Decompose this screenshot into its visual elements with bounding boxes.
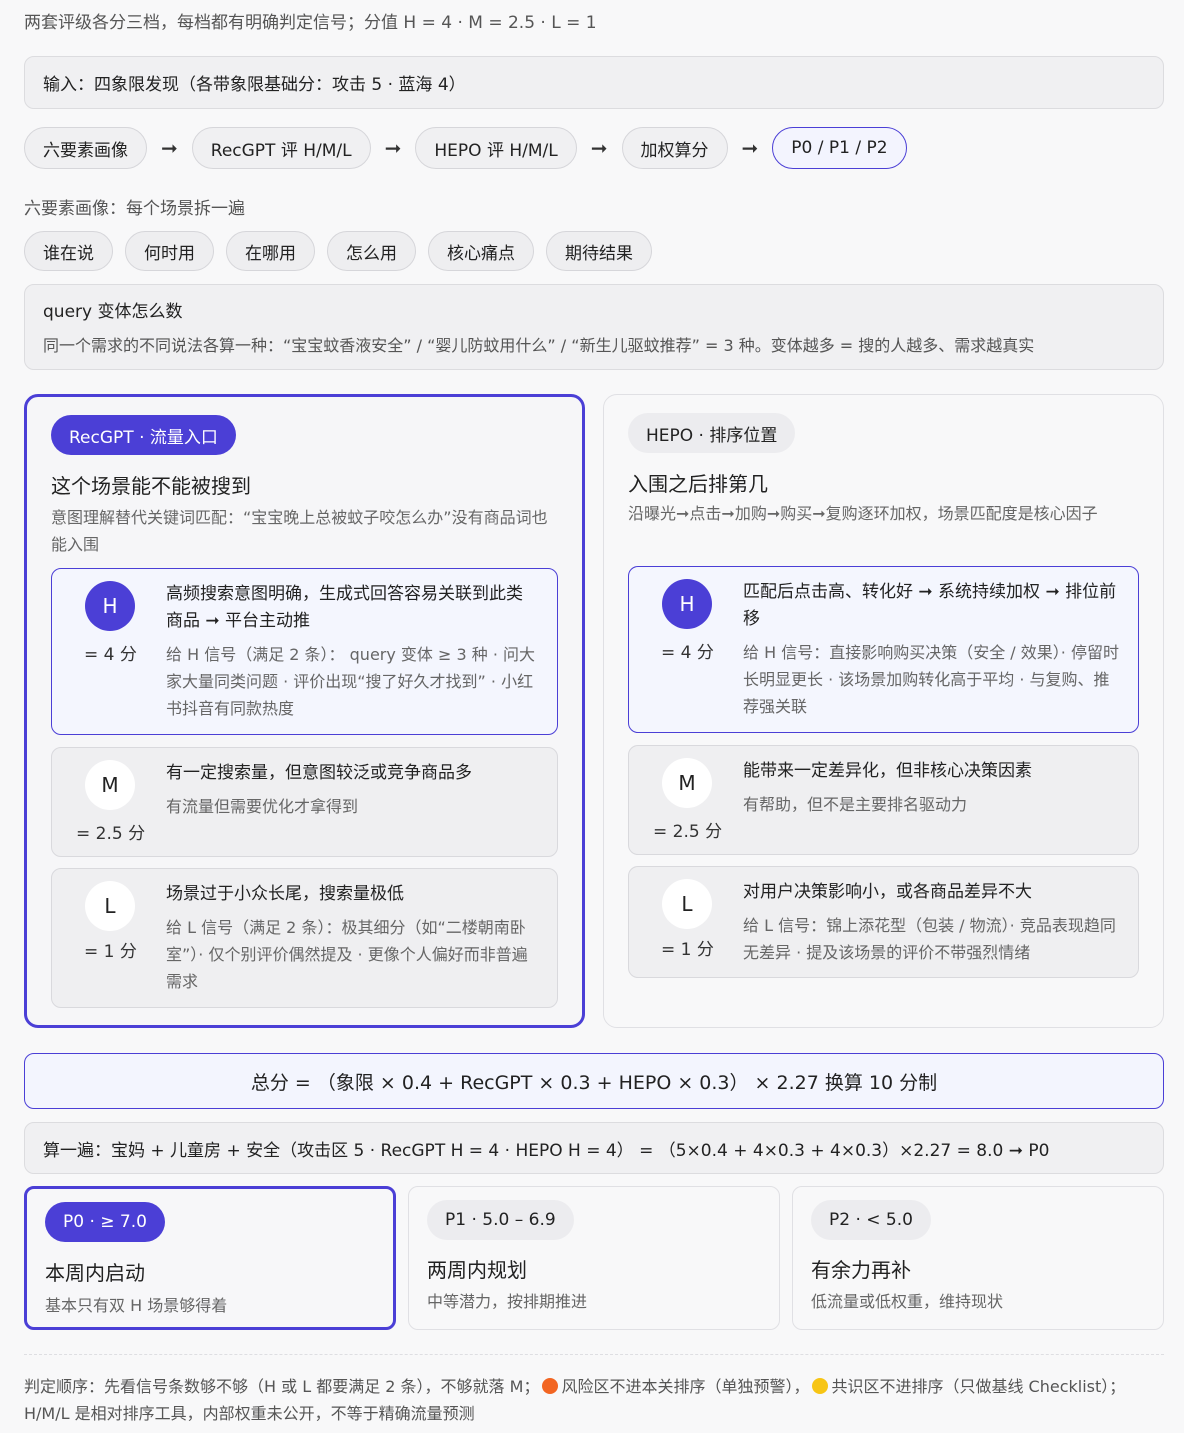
recgpt-title: 这个场景能不能被搜到 <box>51 474 251 498</box>
level-score: = 2.5 分 <box>653 822 723 842</box>
level-l-circle: L <box>85 881 135 931</box>
tag-pain-point: 核心痛点 <box>428 231 534 271</box>
level-score: = 2.5 分 <box>76 824 146 844</box>
flow-step-priority: P0 / P1 / P2 <box>772 127 907 169</box>
footer-text-risk: 风险区不进本关排序（单独预警）， <box>561 1377 810 1396</box>
tag-expected-result: 期待结果 <box>546 231 652 271</box>
priority-desc: 低流量或低权重，维持现状 <box>811 1292 1004 1311</box>
arrow-icon: ➞ <box>384 136 402 160</box>
hepo-badge: HEPO · 排序位置 <box>628 413 796 453</box>
flow-step-recgpt: RecGPT 评 H/M/L <box>191 127 371 169</box>
recgpt-panel: RecGPT · 流量入口 这个场景能不能被搜到 意图理解替代关键词匹配：“宝宝… <box>24 394 585 1028</box>
level-text: 给 L 信号：锦上添花型（包装 / 物流）· 竞品表现趋同无差异 · 提及该场景… <box>743 916 1116 962</box>
priority-title: 本周内启动 <box>45 1261 145 1285</box>
level-score: = 1 分 <box>661 940 714 960</box>
level-title: 场景过于小众长尾，搜索量极低 <box>166 884 404 904</box>
level-title: 能带来一定差异化，但非核心决策因素 <box>743 761 1032 781</box>
hepo-level-m: M = 2.5 分 能带来一定差异化，但非核心决策因素 有帮助，但不是主要排名驱… <box>628 745 1139 855</box>
six-elements-tags: 谁在说 何时用 在哪用 怎么用 核心痛点 期待结果 <box>24 231 652 271</box>
query-variant-box: query 变体怎么数 同一个需求的不同说法各算一种：“宝宝蚊香液安全” / “… <box>24 284 1164 370</box>
level-title: 高频搜索意图明确，生成式回答容易关联到此类商品 ➞ 平台主动推 <box>166 584 523 631</box>
hepo-desc: 沿曝光➞点击➞加购➞购买➞复购逐环加权，场景匹配度是核心因子 <box>628 504 1098 523</box>
level-text: 有流量但需要优化才拿得到 <box>166 797 359 816</box>
example-text: 算一遍：宝妈 + 儿童房 + 安全（攻击区 5 · RecGPT H = 4 ·… <box>43 1140 1050 1161</box>
level-h-circle: H <box>85 581 135 631</box>
level-l-circle: L <box>662 879 712 929</box>
flow-step-portrait: 六要素画像 <box>24 127 147 169</box>
level-score: = 4 分 <box>84 645 137 665</box>
tag-where: 在哪用 <box>226 231 315 271</box>
footer-note: 判定顺序：先看信号条数够不够（H 或 L 都要满足 2 条），不够就落 M； 风险… <box>24 1373 1164 1427</box>
recgpt-level-m: M = 2.5 分 有一定搜索量，但意图较泛或竞争商品多 有流量但需要优化才拿得… <box>51 747 558 857</box>
priority-p1-card: P1 · 5.0 – 6.9 两周内规划 中等潜力，按排期推进 <box>408 1186 780 1330</box>
example-calculation: 算一遍：宝妈 + 儿童房 + 安全（攻击区 5 · RecGPT H = 4 ·… <box>24 1122 1164 1174</box>
flow-step-hepo: HEPO 评 H/M/L <box>415 127 577 169</box>
hepo-level-l: L = 1 分 对用户决策影响小，或各商品差异不大 给 L 信号：锦上添花型（包… <box>628 866 1139 978</box>
priority-p0-card: P0 · ≥ 7.0 本周内启动 基本只有双 H 场景够得着 <box>24 1186 396 1330</box>
level-text: 给 H 信号：直接影响购买决策（安全 / 效果）· 停留时长明显更长 · 该场景… <box>743 643 1119 716</box>
arrow-icon: ➞ <box>590 136 608 160</box>
level-title: 有一定搜索量，但意图较泛或竞争商品多 <box>166 763 472 783</box>
arrow-icon: ➞ <box>741 136 759 160</box>
level-text: 给 H 信号（满足 2 条）： query 变体 ≥ 3 种 · 问大家大量同类… <box>166 645 536 718</box>
arrow-icon: ➞ <box>161 136 178 160</box>
level-title: 对用户决策影响小，或各商品差异不大 <box>743 882 1032 902</box>
priority-desc: 中等潜力，按排期推进 <box>427 1292 588 1311</box>
recgpt-level-l: L = 1 分 场景过于小众长尾，搜索量极低 给 L 信号（满足 2 条）：极其… <box>51 868 558 1008</box>
tag-when: 何时用 <box>125 231 214 271</box>
footer-text-order: 判定顺序：先看信号条数够不够（H 或 L 都要满足 2 条），不够就落 M； <box>24 1377 540 1396</box>
flow-steps: 六要素画像 ➞ RecGPT 评 H/M/L ➞ HEPO 评 H/M/L ➞ … <box>24 127 907 169</box>
hepo-panel: HEPO · 排序位置 入围之后排第几 沿曝光➞点击➞加购➞购买➞复购逐环加权，… <box>603 394 1164 1028</box>
priority-title: 两周内规划 <box>427 1258 527 1282</box>
recgpt-desc: 意图理解替代关键词匹配：“宝宝晚上总被蚊子咬怎么办”没有商品词也能入围 <box>51 508 548 554</box>
priority-badge: P2 · < 5.0 <box>811 1200 931 1240</box>
hepo-title: 入围之后排第几 <box>628 472 768 496</box>
priority-badge: P0 · ≥ 7.0 <box>45 1202 165 1242</box>
six-elements-label: 六要素画像：每个场景拆一遍 <box>24 199 245 219</box>
flow-step-score: 加权算分 <box>621 127 728 169</box>
input-text: 输入：四象限发现（各带象限基础分：攻击 5 · 蓝海 4） <box>43 75 466 95</box>
tag-who: 谁在说 <box>24 231 113 271</box>
priority-desc: 基本只有双 H 场景够得着 <box>45 1296 228 1315</box>
recgpt-level-h: H = 4 分 高频搜索意图明确，生成式回答容易关联到此类商品 ➞ 平台主动推 … <box>51 568 558 735</box>
query-title: query 变体怎么数 <box>43 302 183 322</box>
tag-how: 怎么用 <box>327 231 416 271</box>
priority-title: 有余力再补 <box>811 1258 911 1282</box>
input-box: 输入：四象限发现（各带象限基础分：攻击 5 · 蓝海 4） <box>24 56 1164 109</box>
level-m-circle: M <box>85 760 135 810</box>
intro-text: 两套评级各分三档，每档都有明确判定信号；分值 H = 4 · M = 2.5 ·… <box>24 13 597 33</box>
hepo-level-h: H = 4 分 匹配后点击高、转化好 ➞ 系统持续加权 ➞ 排位前移 给 H 信… <box>628 566 1139 733</box>
consensus-dot-icon <box>812 1378 829 1394</box>
priority-badge: P1 · 5.0 – 6.9 <box>427 1200 574 1240</box>
level-title: 匹配后点击高、转化好 ➞ 系统持续加权 ➞ 排位前移 <box>743 582 1117 629</box>
footer-divider <box>24 1354 1164 1355</box>
total-score-formula: 总分 = （象限 × 0.4 + RecGPT × 0.3 + HEPO × 0… <box>24 1053 1164 1109</box>
risk-dot-icon <box>542 1378 559 1394</box>
level-score: = 4 分 <box>661 643 714 663</box>
priority-p2-card: P2 · < 5.0 有余力再补 低流量或低权重，维持现状 <box>792 1186 1164 1330</box>
level-score: = 1 分 <box>84 942 137 962</box>
recgpt-badge: RecGPT · 流量入口 <box>51 415 236 455</box>
level-m-circle: M <box>662 758 712 808</box>
level-h-circle: H <box>662 579 712 629</box>
query-text: 同一个需求的不同说法各算一种：“宝宝蚊香液安全” / “婴儿防蚊用什么” / “… <box>43 336 1035 355</box>
level-text: 给 L 信号（满足 2 条）：极其细分（如“二楼朝南卧室”）· 仅个别评价偶然提… <box>166 918 528 991</box>
level-text: 有帮助，但不是主要排名驱动力 <box>743 795 968 814</box>
